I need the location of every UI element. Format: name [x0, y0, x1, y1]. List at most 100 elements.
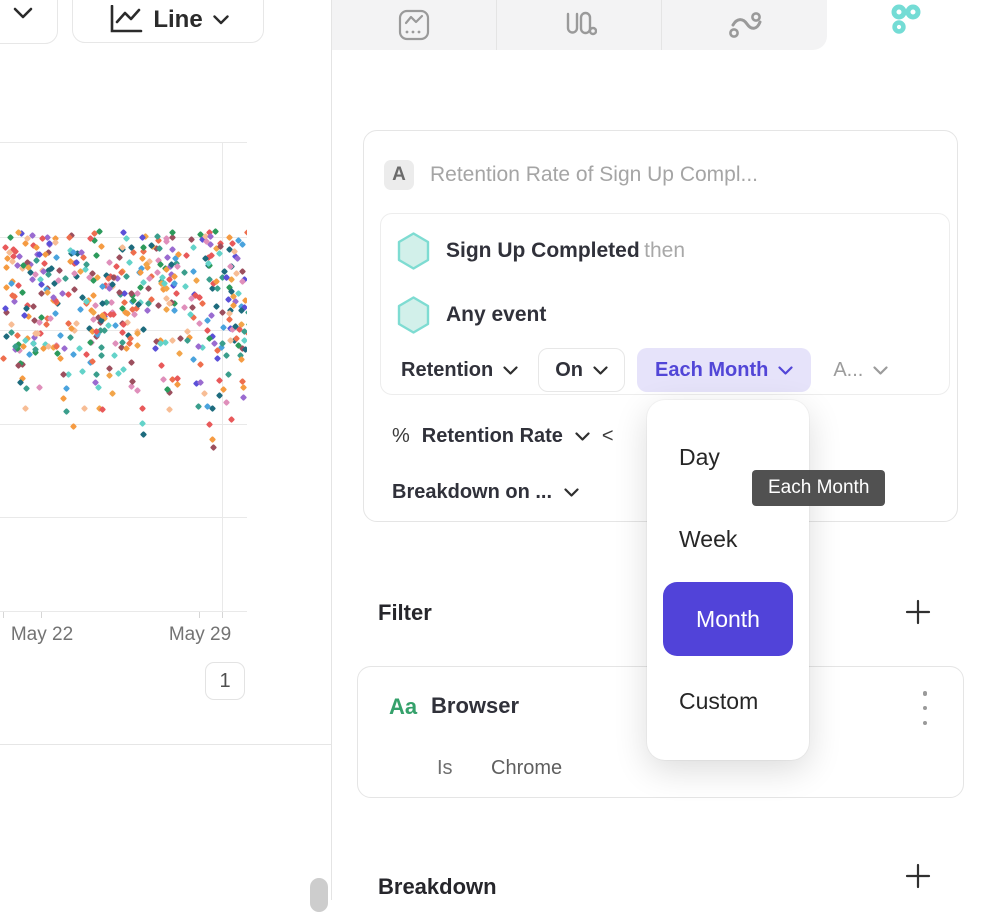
- scatter-point: [14, 362, 21, 369]
- scatter-point: [210, 444, 217, 451]
- breakdown-heading: Breakdown: [378, 874, 497, 900]
- chart-type-selector[interactable]: Line: [72, 0, 264, 43]
- chevron-down-icon: [213, 15, 229, 25]
- scatter-point: [157, 340, 164, 347]
- measure-dropdown[interactable]: % Retention Rate <: [392, 425, 614, 448]
- query-title[interactable]: Retention Rate of Sign Up Compl...: [430, 163, 758, 187]
- event-suffix: then: [644, 239, 685, 262]
- scatter-point: [71, 286, 78, 293]
- scatter-point: [14, 332, 21, 339]
- scatter-point: [242, 297, 247, 304]
- filter-property[interactable]: Browser: [431, 693, 519, 719]
- scatter-point: [168, 229, 175, 236]
- scatter-point: [98, 243, 105, 250]
- scatter-point: [183, 252, 190, 259]
- scatter-point: [151, 345, 158, 352]
- flow-chart-tab[interactable]: [662, 0, 827, 50]
- scatter-point: [106, 365, 113, 372]
- scatter-point: [188, 236, 195, 243]
- scatter-point: [223, 352, 230, 359]
- interval-option-day[interactable]: Day: [679, 444, 720, 471]
- pagination-page-button[interactable]: 1: [205, 662, 245, 700]
- scatter-point: [134, 342, 141, 349]
- kebab-menu-icon[interactable]: [920, 691, 930, 725]
- retention-type-dropdown[interactable]: Retention: [395, 359, 524, 382]
- bars-chart-tab[interactable]: [497, 0, 662, 50]
- scatter-point: [225, 371, 232, 378]
- scatter-point: [160, 376, 167, 383]
- event-name[interactable]: Sign Up Completed: [446, 239, 640, 262]
- teal-dots-icon: [885, 2, 925, 36]
- chevron-down-icon: [593, 366, 608, 375]
- stream-squiggle-icon: [727, 8, 763, 42]
- scatter-point: [83, 351, 90, 358]
- scatter-point: [116, 254, 123, 261]
- insights-chart-tab[interactable]: [332, 0, 497, 50]
- scatter-point: [128, 359, 135, 366]
- event-row-return[interactable]: Any event: [397, 296, 546, 334]
- axis-tick: [3, 612, 4, 618]
- scatter-point: [7, 321, 14, 328]
- chevron-down-icon: [873, 366, 888, 375]
- page-number: 1: [219, 670, 230, 693]
- scatter-point: [201, 390, 208, 397]
- scatter-point: [239, 240, 246, 247]
- filter-heading: Filter: [378, 600, 432, 626]
- interval-dropdown[interactable]: Each Month: [637, 348, 811, 392]
- scatter-points: [0, 142, 247, 612]
- scatter-point: [176, 350, 183, 357]
- overflow-dropdown[interactable]: A...: [833, 359, 888, 382]
- interval-option-custom[interactable]: Custom: [679, 688, 758, 715]
- scatter-point: [73, 320, 80, 327]
- scatter-point: [212, 228, 219, 235]
- scatter-point: [53, 253, 60, 260]
- scrollbar-thumb[interactable]: [310, 878, 328, 912]
- chevron-down-icon: [778, 366, 793, 375]
- x-axis-label: May 22: [0, 624, 87, 646]
- add-filter-button[interactable]: [904, 598, 932, 626]
- chart-options-button[interactable]: [0, 0, 58, 44]
- interval-option-month[interactable]: Month: [663, 582, 793, 656]
- scatter-point: [220, 386, 227, 393]
- add-breakdown-button[interactable]: [904, 862, 932, 890]
- scatter-point: [95, 384, 102, 391]
- scatter-point: [140, 325, 147, 332]
- event-name[interactable]: Any event: [446, 303, 546, 326]
- interval-tooltip: Each Month: [752, 470, 885, 506]
- scatter-point: [208, 436, 215, 443]
- filter-operator[interactable]: Is: [437, 757, 453, 780]
- event-hexagon-icon: [397, 232, 430, 270]
- rounded-bars-icon: [561, 8, 597, 42]
- scatter-point: [22, 405, 29, 412]
- breakdown-on-dropdown[interactable]: Breakdown on ...: [392, 481, 579, 504]
- chart-type-label: Line: [153, 6, 202, 34]
- scatter-point: [234, 255, 241, 262]
- scatter-point: [228, 415, 235, 422]
- scatter-point: [238, 356, 245, 363]
- comparator-text: <: [602, 425, 614, 448]
- filter-value[interactable]: Chrome: [491, 757, 562, 780]
- scatter-point: [19, 289, 26, 296]
- scatter-point: [197, 361, 204, 368]
- scatter-point: [171, 307, 178, 314]
- x-axis-label: May 29: [155, 624, 245, 646]
- interval-option-week[interactable]: Week: [679, 526, 737, 553]
- on-label: On: [555, 359, 583, 382]
- scatter-point: [199, 300, 206, 307]
- axis-tick: [199, 612, 200, 618]
- scatter-chart-tab[interactable]: [827, 0, 982, 50]
- scatter-point: [140, 431, 147, 438]
- scatter-point: [42, 321, 49, 328]
- line-chart-icon: [107, 5, 143, 35]
- on-dropdown[interactable]: On: [538, 348, 625, 392]
- scatter-point: [171, 280, 178, 287]
- scatter-point: [226, 316, 233, 323]
- scatter-point: [214, 347, 221, 354]
- scatter-point: [139, 405, 146, 412]
- scatter-point: [193, 277, 200, 284]
- scatter-point: [181, 304, 188, 311]
- scatter-point: [15, 281, 22, 288]
- event-row-first[interactable]: Sign Up Completed then: [397, 232, 685, 270]
- scatter-point: [123, 235, 130, 242]
- scatter-point: [70, 351, 77, 358]
